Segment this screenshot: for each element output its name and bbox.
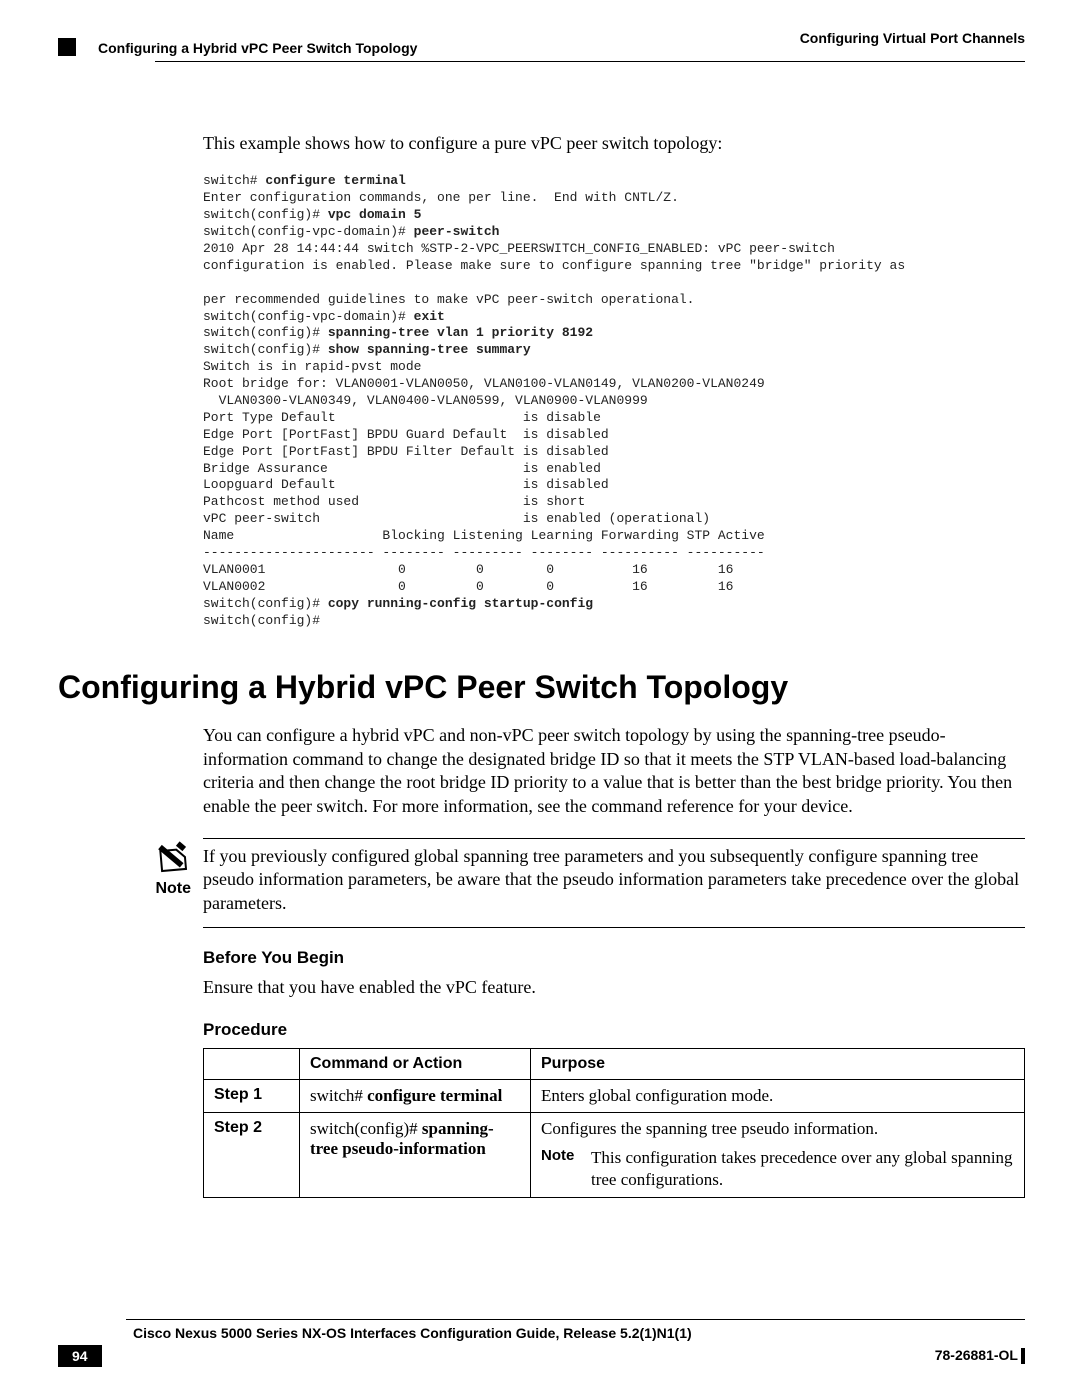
pencil-note-icon [151,836,194,879]
header-chapter-title: Configuring Virtual Port Channels [800,30,1025,46]
note-text-column: If you previously configured global span… [203,838,1025,928]
col-step-header [204,1048,300,1079]
purpose-cell: Enters global configuration mode. [531,1079,1025,1112]
table-row: Step 2 switch(config)# spanning-tree pse… [204,1112,1025,1197]
footer-rule [126,1319,1025,1320]
col-purpose-header: Purpose [531,1048,1025,1079]
before-you-begin-heading: Before You Begin [203,948,1025,968]
footer-docid-container: 78-26881-OL [935,1347,1025,1365]
page-header: Configuring a Hybrid vPC Peer Switch Top… [58,30,1025,56]
command-cell: switch# configure terminal [300,1079,531,1112]
purpose-cell: Configures the spanning tree pseudo info… [531,1112,1025,1197]
intro-paragraph: This example shows how to configure a pu… [203,132,1025,155]
purpose-text: Configures the spanning tree pseudo info… [541,1119,1014,1139]
procedure-table: Command or Action Purpose Step 1 switch#… [203,1048,1025,1198]
command-cell: switch(config)# spanning-tree pseudo-inf… [300,1112,531,1197]
note-label: Note [155,880,193,898]
header-left: Configuring a Hybrid vPC Peer Switch Top… [58,30,417,56]
step-cell: Step 2 [204,1112,300,1197]
page-number: 94 [58,1345,102,1367]
footer-doc-id: 78-26881-OL [935,1347,1018,1363]
before-you-begin-text: Ensure that you have enabled the vPC fea… [203,976,1025,999]
inner-note-text: This configuration takes precedence over… [591,1147,1014,1191]
note-block: Note If you previously configured global… [58,838,1025,928]
table-row: Step 1 switch# configure terminal Enters… [204,1079,1025,1112]
note-icon-column: Note [58,838,203,928]
header-section-title: Configuring a Hybrid vPC Peer Switch Top… [98,40,417,56]
footer-title-row: Cisco Nexus 5000 Series NX-OS Interfaces… [58,1325,1025,1341]
step-cell: Step 1 [204,1079,300,1112]
table-header-row: Command or Action Purpose [204,1048,1025,1079]
note-text: If you previously configured global span… [203,845,1025,915]
section-heading: Configuring a Hybrid vPC Peer Switch Top… [58,669,1025,706]
page-footer: Cisco Nexus 5000 Series NX-OS Interfaces… [58,1319,1025,1367]
section-paragraph: You can configure a hybrid vPC and non-v… [203,724,1025,818]
footer-end-bar-icon [1021,1348,1025,1364]
procedure-heading: Procedure [203,1020,1025,1040]
footer-bottom-row: 94 78-26881-OL [58,1345,1025,1367]
page-container: Configuring a Hybrid vPC Peer Switch Top… [0,0,1080,1397]
header-marker-icon [58,38,76,56]
inner-note: Note This configuration takes precedence… [541,1147,1014,1191]
inner-note-label: Note [541,1147,591,1191]
cli-example: switch# configure terminal Enter configu… [203,173,1025,629]
header-rule [155,61,1025,62]
col-command-header: Command or Action [300,1048,531,1079]
footer-guide-title: Cisco Nexus 5000 Series NX-OS Interfaces… [133,1325,692,1341]
